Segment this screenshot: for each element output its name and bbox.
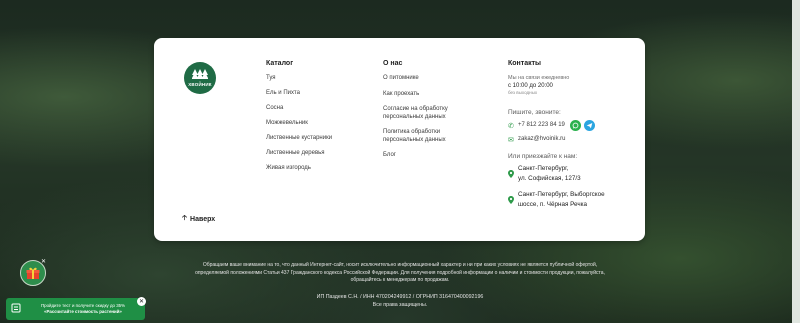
about-column: О нас О питомнике Как проехать Согласие …: [383, 60, 468, 168]
pine-trees-icon: [192, 69, 208, 79]
telegram-icon[interactable]: [583, 120, 595, 131]
contacts-title: Контакты: [508, 60, 542, 67]
address-1-line2: ул. Софийская, 127/3: [518, 175, 581, 182]
gift-close-icon[interactable]: ✕: [41, 258, 46, 265]
hours-label: Мы на связи ежедневно: [508, 75, 570, 81]
phone-icon: ✆: [508, 122, 514, 130]
disclaimer-text: Обращаем ваше внимание на то, что данный…: [195, 262, 605, 283]
phone-link[interactable]: +7 812 223 84 19: [518, 122, 565, 130]
address-2-line1: Санкт-Петербург, Выборгское: [518, 191, 605, 198]
email-link[interactable]: zakaz@hvoinik.ru: [518, 136, 565, 144]
brand-name: ХВОЙНИК: [188, 82, 212, 87]
back-to-top-link[interactable]: 🡡 Наверх: [182, 214, 215, 225]
location-pin-icon: [508, 165, 518, 183]
promo-line-2: «Рассчитайте стоимость растений»: [44, 309, 122, 314]
about-link-privacy-policy[interactable]: Политика обработки персональных данных: [383, 129, 468, 144]
arrow-up-icon: 🡡: [182, 215, 188, 222]
legal-line-1: ИП Паздеев С.Н. / ИНН 470204249912 / ОГР…: [316, 294, 484, 300]
promo-banner[interactable]: Пройдите тест и получите скидку до 35% «…: [6, 298, 145, 320]
brand-logo[interactable]: ХВОЙНИК: [184, 62, 216, 94]
promo-close-icon[interactable]: ✕: [137, 297, 146, 306]
contacts-column: Контакты Мы на связи ежедневно с 10:00 д…: [508, 60, 638, 216]
working-hours: с 10:00 до 20:00: [508, 83, 553, 89]
catalog-link-thuja[interactable]: Туя: [266, 75, 332, 83]
catalog-link-juniper[interactable]: Можжевельник: [266, 120, 332, 128]
address-sofiyskaya[interactable]: Санкт-Петербург, ул. Софийская, 127/3: [508, 164, 638, 184]
visit-label: Или приезжайте к нам:: [508, 153, 578, 160]
address-vyborgskoe[interactable]: Санкт-Петербург, Выборгское шоссе, п. Чёр…: [508, 190, 638, 210]
whatsapp-icon[interactable]: [569, 120, 581, 131]
scrollbar-track[interactable]: [792, 0, 800, 323]
location-pin-icon: [508, 191, 518, 209]
catalog-column: Каталог Туя Ель и Пихта Сосна Можжевельн…: [266, 60, 332, 180]
calculator-icon: [11, 300, 25, 318]
catalog-title: Каталог: [266, 60, 294, 67]
legal-line-2: Все права защищены.: [372, 302, 428, 308]
catalog-link-deciduous-shrubs[interactable]: Лиственные кустарники: [266, 135, 332, 143]
about-link-blog[interactable]: Блог: [383, 152, 468, 160]
address-1-line1: Санкт-Петербург,: [518, 165, 569, 172]
mail-icon: ✉: [508, 137, 514, 144]
about-link-consent[interactable]: Согласие на обработку персональных данны…: [383, 106, 468, 121]
footer-card: ХВОЙНИК Каталог Туя Ель и Пихта Сосна Мо…: [154, 38, 645, 241]
phone-row: ✆ +7 812 223 84 19: [508, 120, 638, 131]
email-row: ✉ zakaz@hvoinik.ru: [508, 136, 638, 144]
write-call-label: Пишите, звоните:: [508, 109, 561, 116]
promo-text: Пройдите тест и получите скидку до 35% «…: [25, 303, 141, 315]
about-link-directions[interactable]: Как проехать: [383, 91, 468, 99]
back-to-top-label: Наверх: [190, 216, 216, 223]
about-title: О нас: [383, 60, 403, 67]
gift-icon: [26, 267, 40, 279]
about-link-nursery[interactable]: О питомнике: [383, 75, 468, 83]
no-days-off: без выходных: [508, 90, 538, 95]
address-2-line2: шоссе, п. Чёрная Речка: [518, 201, 587, 208]
catalog-link-pine[interactable]: Сосна: [266, 105, 332, 113]
catalog-link-deciduous-trees[interactable]: Лиственные деревья: [266, 150, 332, 158]
legal-info: ИП Паздеев С.Н. / ИНН 470204249912 / ОГР…: [190, 293, 610, 309]
catalog-link-hedge[interactable]: Живая изгородь: [266, 165, 332, 173]
catalog-link-spruce-fir[interactable]: Ель и Пихта: [266, 90, 332, 98]
